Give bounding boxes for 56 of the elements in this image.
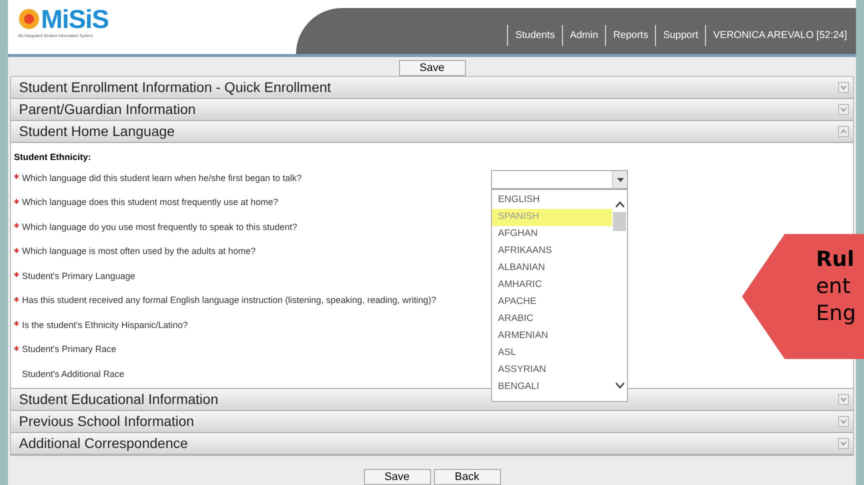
field-label: Which language did this student learn when he/she first began to talk? [22, 172, 302, 185]
section-title: Parent/Guardian Information [19, 100, 196, 119]
field-label: Which language is most often used by the adults at home? [22, 245, 256, 258]
field-label: Student's Primary Language [22, 270, 136, 283]
nav-link[interactable]: Admin [562, 25, 606, 46]
dropdown-option[interactable]: AFRIKAANS [492, 243, 612, 260]
expand-icon[interactable] [838, 416, 849, 427]
dropdown-option[interactable]: ARABIC [492, 311, 612, 328]
callout-text: Eng [816, 300, 857, 327]
section-title: Student Home Language [19, 122, 175, 141]
dropdown-option[interactable]: ENGLISH [492, 192, 612, 209]
section-header[interactable]: Parent/Guardian Information [11, 99, 853, 121]
dropdown-option[interactable]: ASSYRIAN [492, 362, 612, 379]
dropdown-option[interactable]: ASL [492, 345, 612, 362]
nav-link[interactable]: Reports [605, 25, 656, 46]
section-title: Student Educational Information [19, 390, 218, 409]
field-label: Is the student's Ethnicity Hispanic/Latino? [22, 318, 188, 332]
dropdown-option[interactable]: AMHARIC [492, 277, 612, 294]
section-title: Student Enrollment Information - Quick Enrollment [19, 78, 332, 97]
nav-link[interactable]: Students [507, 25, 562, 46]
section-header[interactable]: Additional Correspondence [11, 433, 853, 455]
section-header[interactable]: Student Enrollment Information - Quick Enrollment [11, 77, 853, 99]
button[interactable]: Back [434, 469, 500, 485]
field-label: Has this student received any formal English language instruction (listening, speaking, reading, writing)? [22, 294, 436, 307]
button[interactable]: Save [364, 469, 430, 485]
section-header[interactable]: Student Home Language [11, 121, 853, 143]
nav-link[interactable]: VERONICA AREVALO [52:24] [705, 25, 854, 46]
dropdown-option[interactable]: ALBANIAN [492, 260, 612, 277]
dropdown-option[interactable]: AFGHAN [492, 226, 612, 243]
dropdown-caret-icon [616, 178, 624, 182]
dropdown-field[interactable] [491, 170, 628, 189]
button[interactable]: Save [398, 60, 466, 76]
expand-icon[interactable] [838, 438, 849, 449]
expand-icon[interactable] [838, 82, 849, 93]
scroll-up-icon[interactable] [614, 201, 624, 208]
field-label: Student's Primary Race [22, 343, 116, 356]
callout-text: ent [816, 273, 852, 300]
expand-icon[interactable] [838, 104, 849, 115]
scrollbar-thumb[interactable] [613, 212, 626, 231]
dropdown-option[interactable]: ARMENIAN [492, 328, 612, 345]
scroll-down-icon[interactable] [614, 382, 624, 389]
field-label: Which language do you use most frequently to speak to this student? [22, 220, 298, 234]
callout-text: Rul [816, 246, 856, 273]
expand-icon[interactable] [838, 394, 849, 405]
field-label: Which language does this student most frequently use at home? [22, 196, 278, 209]
field-label: Student's Additional Race [22, 368, 124, 380]
logo-text: MiSiS [41, 6, 109, 32]
section-header[interactable]: Previous School Information [11, 411, 853, 433]
section-heading: Student Ethnicity: [14, 150, 92, 164]
nav-link[interactable]: Support [655, 25, 706, 46]
dropdown-option[interactable]: APACHE [492, 294, 612, 311]
section-title: Previous School Information [19, 412, 194, 431]
section-title: Additional Correspondence [19, 434, 188, 453]
logo-icon [18, 8, 40, 30]
collapse-icon[interactable] [838, 126, 849, 137]
section-header[interactable]: Student Educational Information [11, 389, 853, 411]
